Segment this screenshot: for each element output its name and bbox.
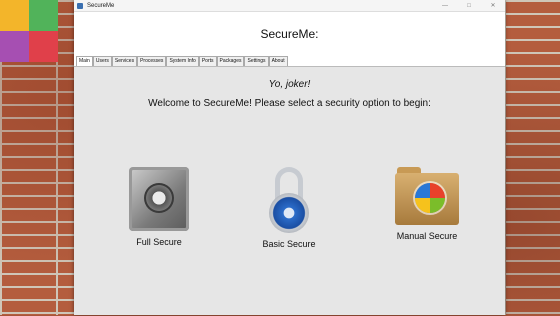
page-title: SecureMe: [260, 27, 319, 41]
tab-settings[interactable]: Settings [244, 56, 269, 66]
tab-bar: Main Users Services Processes System Inf… [74, 56, 505, 67]
full-secure-option[interactable]: Full Secure [104, 167, 214, 247]
basic-secure-option[interactable]: Basic Secure [234, 167, 344, 249]
folder-windows-icon[interactable] [395, 167, 459, 225]
title-bar[interactable]: SecureMe — □ ✕ [74, 0, 505, 12]
app-window: SecureMe — □ ✕ SecureMe: Main Users Serv… [74, 0, 505, 315]
main-panel: Yo, joker! Welcome to SecureMe! Please s… [74, 67, 505, 316]
close-button[interactable]: ✕ [481, 0, 505, 11]
green-tile [29, 0, 58, 31]
safe-dial [144, 183, 174, 213]
desktop-tiles [0, 0, 58, 62]
tab-ports[interactable]: Ports [198, 56, 217, 66]
purple-tile [0, 31, 29, 62]
yellow-tile [0, 0, 29, 31]
app-header: SecureMe: [74, 12, 505, 56]
tab-main[interactable]: Main [76, 56, 93, 66]
tab-system-info[interactable]: System Info [166, 56, 199, 66]
tab-users[interactable]: Users [92, 56, 112, 66]
red-tile [29, 31, 58, 62]
minimize-button[interactable]: — [433, 0, 457, 11]
basic-secure-label: Basic Secure [262, 239, 316, 249]
welcome-text: Welcome to SecureMe! Please select a sec… [148, 98, 431, 109]
padlock-icon[interactable] [269, 167, 309, 233]
maximize-button[interactable]: □ [457, 0, 481, 11]
manual-secure-option[interactable]: Manual Secure [372, 167, 482, 241]
app-icon [77, 2, 83, 9]
tab-processes[interactable]: Processes [137, 56, 167, 66]
safe-icon[interactable] [129, 167, 189, 231]
window-title: SecureMe [87, 2, 115, 9]
manual-secure-label: Manual Secure [396, 231, 458, 241]
tab-services[interactable]: Services [111, 56, 138, 66]
tab-packages[interactable]: Packages [216, 56, 245, 66]
tab-about[interactable]: About [268, 56, 288, 66]
windows-logo [415, 183, 445, 213]
full-secure-label: Full Secure [136, 237, 182, 247]
greeting-text: Yo, joker! [268, 79, 311, 90]
window-controls: — □ ✕ [433, 0, 505, 11]
padlock-body [269, 193, 309, 233]
